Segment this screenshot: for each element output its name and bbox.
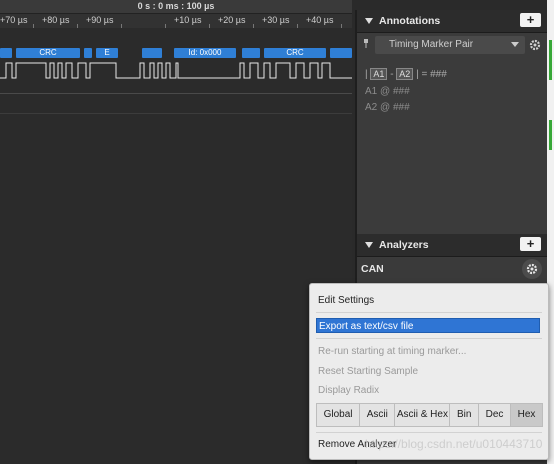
marker-measurement: | A1 - A2 | = ###	[365, 68, 447, 80]
watermark: https://blog.csdn.net/u010443710	[365, 437, 543, 451]
marker-a1-box: A1	[370, 68, 388, 80]
decode-row: CRC E Id: 0x000 CRC	[0, 48, 352, 60]
decode-frame[interactable]	[142, 48, 162, 58]
gear-icon[interactable]	[526, 263, 538, 275]
analyzers-title: Analyzers	[379, 239, 429, 251]
radix-ascii-hex-button[interactable]: Ascii & Hex	[395, 404, 451, 426]
tick-mark	[297, 24, 298, 28]
channel-divider	[0, 93, 352, 94]
gear-icon[interactable]	[529, 39, 541, 51]
radix-ascii-button[interactable]: Ascii	[360, 404, 396, 426]
annotations-title: Annotations	[379, 15, 441, 27]
decode-frame[interactable]	[242, 48, 260, 58]
decode-frame-eof[interactable]: E	[96, 48, 118, 58]
time-ruler: +70 µs +80 µs +90 µs +10 µs +20 µs +30 µ…	[0, 14, 352, 28]
decode-frame-crc[interactable]: CRC	[16, 48, 80, 58]
tick-label: +80 µs	[42, 15, 70, 25]
analyzer-item-can[interactable]: CAN	[357, 258, 549, 280]
analyzers-header[interactable]: Analyzers +	[357, 234, 549, 257]
collapse-triangle-icon[interactable]	[365, 242, 373, 248]
decode-frame-crc[interactable]: CRC	[264, 48, 326, 58]
measurement-value: = ###	[421, 69, 447, 80]
tick-mark	[341, 24, 342, 28]
menu-separator	[316, 432, 542, 433]
tick-mark	[253, 24, 254, 28]
channel-divider	[0, 113, 352, 114]
waveform-view[interactable]: 0 s : 0 ms : 100 µs +70 µs +80 µs +90 µs…	[0, 0, 352, 464]
tick-mark	[121, 24, 122, 28]
annotations-body	[357, 56, 549, 234]
timing-marker-row: Timing Marker Pair	[357, 36, 549, 56]
menu-separator	[316, 338, 542, 339]
menu-item-edit-settings[interactable]: Edit Settings	[318, 293, 540, 308]
menu-item-rerun[interactable]: Re-run starting at timing marker...	[318, 344, 540, 359]
decode-frame-id[interactable]: Id: 0x000	[174, 48, 236, 58]
tick-label: +70 µs	[0, 15, 28, 25]
can-signal-trace	[0, 62, 352, 79]
tick-mark	[209, 24, 210, 28]
marker-a2-readout: A2 @ ###	[365, 102, 410, 113]
marker-a2-box: A2	[396, 68, 414, 80]
menu-item-export-csv[interactable]: Export as text/csv file	[316, 318, 540, 333]
analyzer-settings-button[interactable]	[522, 259, 542, 279]
tick-mark	[165, 24, 166, 28]
tick-label: +90 µs	[86, 15, 114, 25]
radix-dec-button[interactable]: Dec	[479, 404, 512, 426]
decode-frame[interactable]	[330, 48, 352, 58]
marker-a1-readout: A1 @ ###	[365, 86, 410, 97]
radix-bin-button[interactable]: Bin	[450, 404, 480, 426]
display-radix-label: Display Radix	[318, 385, 380, 396]
annotations-header[interactable]: Annotations +	[357, 10, 549, 33]
analyzer-context-menu: Edit Settings Export as text/csv file Re…	[309, 283, 549, 460]
chevron-down-icon	[511, 42, 519, 47]
tick-label: +20 µs	[218, 15, 246, 25]
analyzer-name: CAN	[361, 263, 384, 275]
tick-mark	[33, 24, 34, 28]
collapse-triangle-icon[interactable]	[365, 18, 373, 24]
pin-icon[interactable]	[363, 39, 369, 48]
add-analyzer-button[interactable]: +	[520, 237, 541, 251]
timing-marker-label: Timing Marker Pair	[389, 39, 474, 50]
radix-button-group: Global Ascii Ascii & Hex Bin Dec Hex	[316, 403, 543, 427]
menu-separator	[316, 312, 542, 313]
edge-accent	[549, 40, 552, 80]
add-annotation-button[interactable]: +	[520, 13, 541, 27]
tick-label: +30 µs	[262, 15, 290, 25]
decode-frame[interactable]	[0, 48, 12, 58]
time-header: 0 s : 0 ms : 100 µs	[0, 0, 352, 14]
edge-accent	[549, 120, 552, 150]
radix-hex-button[interactable]: Hex	[511, 404, 543, 426]
decode-frame[interactable]	[84, 48, 92, 58]
tick-label: +10 µs	[174, 15, 202, 25]
tick-label: +40 µs	[306, 15, 334, 25]
tick-mark	[77, 24, 78, 28]
timing-marker-dropdown[interactable]: Timing Marker Pair	[375, 36, 525, 54]
menu-item-reset-sample[interactable]: Reset Starting Sample	[318, 364, 540, 379]
radix-global-button[interactable]: Global	[317, 404, 361, 426]
